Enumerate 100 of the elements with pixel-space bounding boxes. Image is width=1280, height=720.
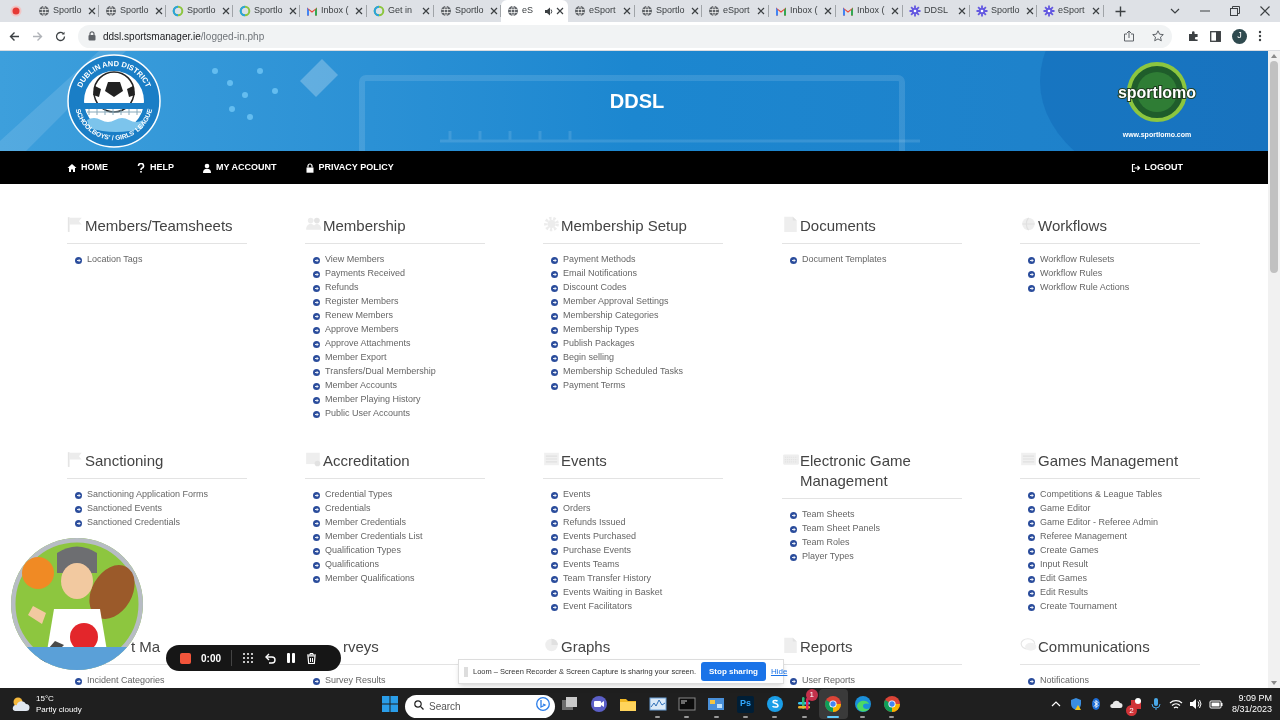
- nav-link[interactable]: LOGOUT: [1130, 160, 1183, 175]
- menu-link[interactable]: Transfers/Dual Membership: [325, 365, 436, 379]
- hide-link[interactable]: Hide: [770, 665, 788, 678]
- trash-icon[interactable]: [306, 652, 317, 664]
- menu-link[interactable]: Event Facilitators: [563, 600, 633, 614]
- menu-link[interactable]: Sanctioned Credentials: [87, 516, 181, 530]
- menu-link[interactable]: Purchase Events: [563, 544, 632, 558]
- scroll-down-icon[interactable]: [1270, 680, 1278, 686]
- browser-tab[interactable]: eS: [501, 0, 568, 22]
- close-icon[interactable]: [1092, 7, 1100, 15]
- undo-icon[interactable]: [264, 652, 276, 664]
- menu-link[interactable]: Approve Members: [325, 323, 399, 337]
- browser-tab[interactable]: Sportlo: [233, 0, 300, 22]
- menu-link[interactable]: Document Templates: [802, 253, 887, 267]
- close-icon[interactable]: [1260, 6, 1270, 16]
- menu-link[interactable]: Events: [563, 488, 591, 502]
- menu-link[interactable]: User Reports: [802, 674, 855, 688]
- menu-link[interactable]: Member Credentials: [325, 516, 407, 530]
- record-icon[interactable]: [10, 5, 22, 17]
- nav-link[interactable]: MY ACCOUNT: [202, 160, 277, 175]
- bing-icon[interactable]: [536, 697, 550, 711]
- bookmark-star-icon[interactable]: [1152, 30, 1164, 42]
- menu-link[interactable]: Team Transfer History: [563, 572, 652, 586]
- menu-link[interactable]: Game Editor: [1040, 502, 1091, 516]
- taskbar-app[interactable]: 1: [789, 689, 819, 719]
- menu-link[interactable]: Orders: [563, 502, 591, 516]
- menu-link[interactable]: Payments Received: [325, 267, 406, 281]
- menu-link[interactable]: Qualification Types: [325, 544, 401, 558]
- menu-link[interactable]: Create Tournament: [1040, 600, 1117, 614]
- menu-link[interactable]: Workflow Rule Actions: [1040, 281, 1130, 295]
- menu-link[interactable]: Member Qualifications: [325, 572, 415, 586]
- menu-link[interactable]: Register Members: [325, 295, 399, 309]
- close-icon[interactable]: [422, 7, 430, 15]
- browser-tab[interactable]: eSport: [568, 0, 635, 22]
- nav-link[interactable]: HELP: [136, 160, 174, 175]
- browser-tab[interactable]: Get in: [367, 0, 434, 22]
- menu-link[interactable]: Discount Codes: [563, 281, 627, 295]
- browser-tab[interactable]: Sportlo: [970, 0, 1037, 22]
- menu-link[interactable]: Create Games: [1040, 544, 1099, 558]
- menu-link[interactable]: Payment Terms: [563, 379, 626, 393]
- menu-link[interactable]: Payment Methods: [563, 253, 636, 267]
- menu-link[interactable]: Team Sheet Panels: [802, 522, 881, 536]
- scrollbar-thumb[interactable]: [1270, 61, 1278, 273]
- menu-link[interactable]: Membership Scheduled Tasks: [563, 365, 683, 379]
- close-icon[interactable]: [556, 7, 564, 15]
- menu-link[interactable]: Member Credentials List: [325, 530, 423, 544]
- menu-link[interactable]: Survey Results: [325, 674, 386, 688]
- menu-link[interactable]: Events Purchased: [563, 530, 637, 544]
- menu-link[interactable]: Input Result: [1040, 558, 1089, 572]
- close-icon[interactable]: [824, 7, 832, 15]
- stop-sharing-button[interactable]: Stop sharing: [701, 662, 766, 681]
- menu-link[interactable]: Events Teams: [563, 558, 620, 572]
- menu-link[interactable]: Sanctioned Events: [87, 502, 163, 516]
- microphone-icon[interactable]: [1148, 697, 1163, 711]
- menu-link[interactable]: Refunds: [325, 281, 359, 295]
- battery-icon[interactable]: [1208, 697, 1223, 711]
- close-icon[interactable]: [891, 7, 899, 15]
- browser-tab[interactable]: Sportlo: [434, 0, 501, 22]
- close-icon[interactable]: [288, 7, 297, 15]
- scroll-up-icon[interactable]: [1270, 53, 1278, 59]
- stop-recording-button[interactable]: [180, 652, 191, 664]
- menu-link[interactable]: Email Notifications: [563, 267, 638, 281]
- menu-link[interactable]: Edit Results: [1040, 586, 1089, 600]
- menu-link[interactable]: Public User Accounts: [325, 407, 411, 421]
- close-icon[interactable]: [355, 7, 363, 15]
- plus-icon[interactable]: [1114, 5, 1126, 17]
- close-icon[interactable]: [690, 7, 699, 15]
- search-field[interactable]: Search: [405, 694, 555, 718]
- browser-tab[interactable]: Sportlo: [99, 0, 166, 22]
- wifi-icon[interactable]: [1168, 697, 1183, 711]
- close-icon[interactable]: [154, 7, 163, 15]
- close-icon[interactable]: [489, 7, 498, 15]
- menu-link[interactable]: Referee Management: [1040, 530, 1128, 544]
- menu-link[interactable]: Player Types: [802, 550, 854, 564]
- menu-link[interactable]: Membership Types: [563, 323, 639, 337]
- nav-link[interactable]: PRIVACY POLICY: [304, 160, 394, 175]
- menu-link[interactable]: Refunds Issued: [563, 516, 626, 530]
- profile-avatar[interactable]: J: [1232, 28, 1247, 44]
- menu-link[interactable]: Workflow Rules: [1040, 267, 1103, 281]
- nav-link[interactable]: HOME: [67, 160, 108, 175]
- menu-link[interactable]: Qualifications: [325, 558, 380, 572]
- menu-link[interactable]: Sanctioning Application Forms: [87, 488, 209, 502]
- taskbar-app[interactable]: Ps: [730, 689, 761, 719]
- close-icon[interactable]: [623, 7, 631, 15]
- speaker-icon[interactable]: [1188, 697, 1203, 711]
- back-icon[interactable]: [9, 30, 20, 42]
- puzzle-icon[interactable]: [1188, 30, 1199, 42]
- sidebar-icon[interactable]: [1210, 30, 1221, 42]
- menu-link[interactable]: Approve Attachments: [325, 337, 411, 351]
- menu-link[interactable]: Game Editor - Referee Admin: [1040, 516, 1159, 530]
- menu-link[interactable]: Membership Categories: [563, 309, 659, 323]
- shield-icon[interactable]: [1068, 697, 1083, 711]
- browser-tab[interactable]: Inbox (: [836, 0, 903, 22]
- dot-grid-icon[interactable]: [242, 652, 254, 664]
- menu-link[interactable]: Renew Members: [325, 309, 394, 323]
- menu-link[interactable]: Member Playing History: [325, 393, 421, 407]
- close-icon[interactable]: [757, 7, 765, 15]
- close-icon[interactable]: [87, 7, 96, 15]
- close-icon[interactable]: [1025, 7, 1034, 15]
- more-menu-icon[interactable]: [1258, 30, 1262, 42]
